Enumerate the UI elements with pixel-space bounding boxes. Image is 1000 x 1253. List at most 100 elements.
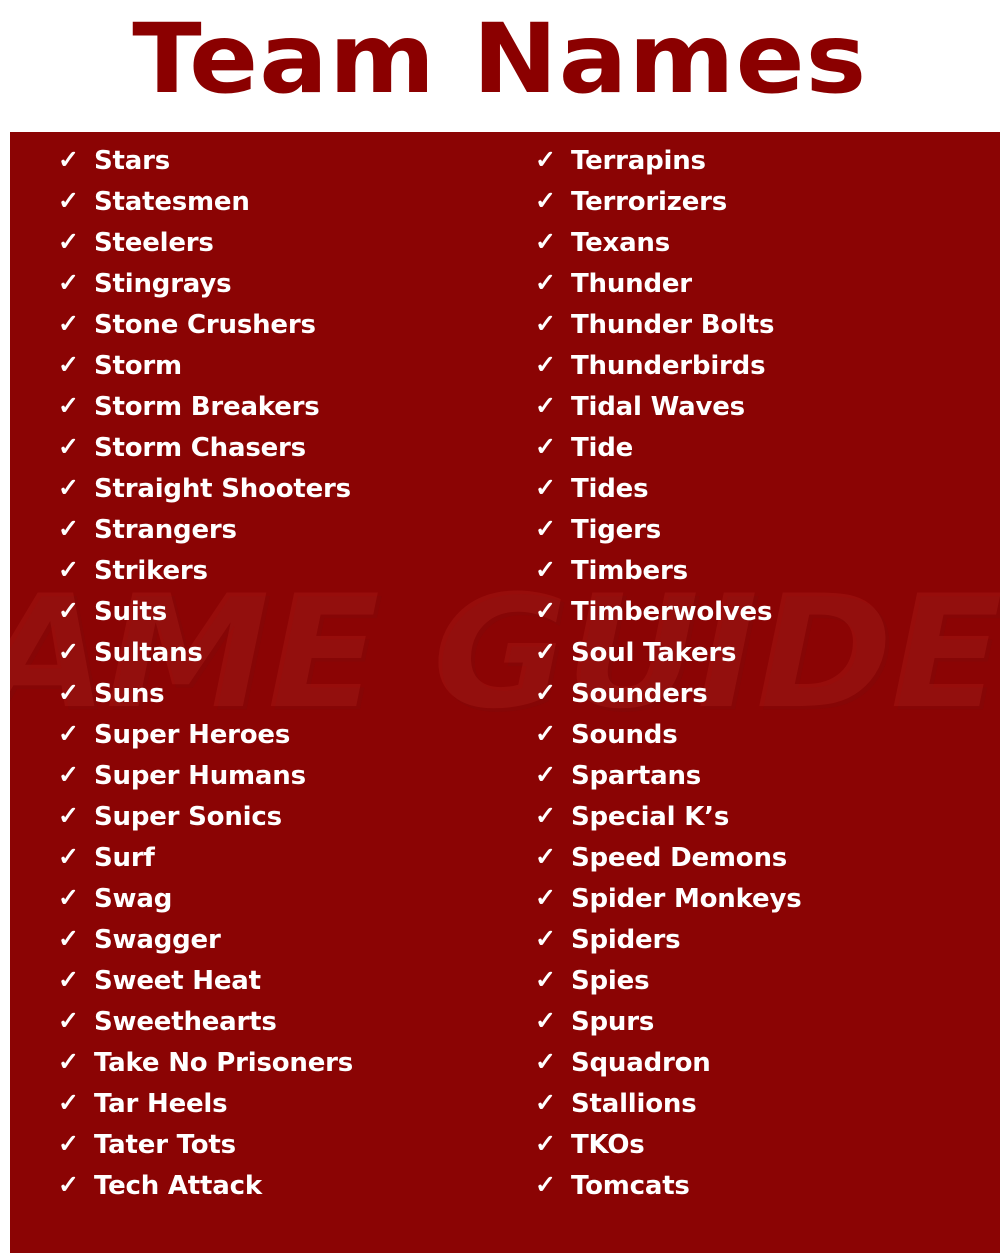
list-item: ✓ Tigers — [535, 517, 1000, 558]
check-icon: ✓ — [58, 269, 79, 297]
team-name-label: Storm Breakers — [94, 392, 320, 422]
check-icon: ✓ — [535, 474, 556, 502]
check-icon: ✓ — [58, 884, 79, 912]
list-item: ✓ Sounders — [535, 681, 1000, 722]
list-item: ✓ Stingrays — [58, 271, 505, 312]
list-item: ✓ Straight Shooters — [58, 476, 505, 517]
check-icon: ✓ — [535, 720, 556, 748]
check-icon: ✓ — [535, 679, 556, 707]
list-item: ✓ Storm Chasers — [58, 435, 505, 476]
list-item: ✓ Storm — [58, 353, 505, 394]
team-name-label: Tigers — [571, 515, 661, 545]
team-name-label: Take No Prisoners — [94, 1048, 354, 1078]
list-item: ✓ Spider Monkeys — [535, 886, 1000, 927]
team-name-label: Storm — [94, 351, 182, 381]
team-name-label: Sounders — [571, 679, 708, 709]
check-icon: ✓ — [58, 802, 79, 830]
list-item: ✓ TKOs — [535, 1132, 1000, 1173]
page-title: Team Names — [132, 3, 868, 115]
team-name-label: Swag — [94, 884, 173, 914]
list-item: ✓ Soul Takers — [535, 640, 1000, 681]
list-item: ✓ Tides — [535, 476, 1000, 517]
list-item: ✓ Spiders — [535, 927, 1000, 968]
team-name-label: Spartans — [571, 761, 702, 791]
check-icon: ✓ — [535, 802, 556, 830]
check-icon: ✓ — [58, 1130, 79, 1158]
list-item: ✓ Tide — [535, 435, 1000, 476]
list-item: ✓ Super Humans — [58, 763, 505, 804]
check-icon: ✓ — [535, 597, 556, 625]
check-icon: ✓ — [58, 638, 79, 666]
list-item: ✓ Sweet Heat — [58, 968, 505, 1009]
team-name-label: Soul Takers — [571, 638, 737, 668]
check-icon: ✓ — [58, 515, 79, 543]
left-column: ✓ Stars ✓ Statesmen ✓ Steelers ✓ Stingrays ✓ Ston… — [10, 132, 505, 1253]
list-item: ✓ Statesmen — [58, 189, 505, 230]
list-item: ✓ Take No Prisoners — [58, 1050, 505, 1091]
list-item: ✓ Timberwolves — [535, 599, 1000, 640]
team-names-panel: GAME GUIDER® ✓Stars✓Statesmen✓Steelers✓S… — [10, 132, 1000, 1253]
team-name-label: Stallions — [571, 1089, 697, 1119]
title-bar: Team Names — [0, 0, 1000, 132]
left-column-list: ✓ Stars ✓ Statesmen ✓ Steelers ✓ Stingrays ✓ Ston… — [58, 148, 505, 1214]
list-item: ✓ Stone Crushers — [58, 312, 505, 353]
check-icon: ✓ — [58, 679, 79, 707]
team-name-label: Sweet Heat — [94, 966, 261, 996]
team-name-label: Terrapins — [571, 146, 706, 176]
check-icon: ✓ — [535, 843, 556, 871]
check-icon: ✓ — [58, 1089, 79, 1117]
check-icon: ✓ — [535, 761, 556, 789]
list-item: ✓ Texans — [535, 230, 1000, 271]
right-column: ✓ Terrapins ✓ Terrorizers ✓ Texans ✓ Thunder ✓ Th… — [505, 132, 1000, 1253]
check-icon: ✓ — [58, 228, 79, 256]
list-item: ✓ Tater Tots — [58, 1132, 505, 1173]
check-icon: ✓ — [58, 310, 79, 338]
team-name-label: Suits — [94, 597, 168, 627]
team-name-label: Stars — [94, 146, 170, 176]
check-icon: ✓ — [58, 556, 79, 584]
team-name-label: Surf — [94, 843, 155, 873]
list-item: ✓ Tar Heels — [58, 1091, 505, 1132]
check-icon: ✓ — [535, 187, 556, 215]
check-icon: ✓ — [535, 1007, 556, 1035]
team-name-label: Tidal Waves — [571, 392, 745, 422]
team-names-columns: ✓ Stars ✓ Statesmen ✓ Steelers ✓ Stingrays ✓ Ston… — [10, 132, 1000, 1253]
list-item: ✓ Squadron — [535, 1050, 1000, 1091]
check-icon: ✓ — [58, 1048, 79, 1076]
team-name-label: Sweethearts — [94, 1007, 277, 1037]
check-icon: ✓ — [535, 925, 556, 953]
team-name-label: Sounds — [571, 720, 678, 750]
list-item: ✓ Storm Breakers — [58, 394, 505, 435]
list-item: ✓ Sweethearts — [58, 1009, 505, 1050]
check-icon: ✓ — [535, 310, 556, 338]
list-item: ✓ Spartans — [535, 763, 1000, 804]
check-icon: ✓ — [58, 433, 79, 461]
team-name-label: Steelers — [94, 228, 214, 258]
list-item: ✓ Steelers — [58, 230, 505, 271]
list-item: ✓ Special K’s — [535, 804, 1000, 845]
check-icon: ✓ — [535, 392, 556, 420]
check-icon: ✓ — [535, 269, 556, 297]
list-item: ✓ Strikers — [58, 558, 505, 599]
team-name-label: Tech Attack — [94, 1171, 262, 1201]
team-name-label: Special K’s — [571, 802, 730, 832]
check-icon: ✓ — [535, 515, 556, 543]
check-icon: ✓ — [535, 228, 556, 256]
list-item: ✓ Thunder — [535, 271, 1000, 312]
check-icon: ✓ — [58, 1007, 79, 1035]
team-name-label: Thunder — [571, 269, 692, 299]
team-name-label: Swagger — [94, 925, 221, 955]
check-icon: ✓ — [535, 1048, 556, 1076]
team-name-label: Super Humans — [94, 761, 306, 791]
team-name-label: Straight Shooters — [94, 474, 351, 504]
team-name-label: Timbers — [571, 556, 688, 586]
check-icon: ✓ — [535, 1171, 556, 1199]
team-name-label: Texans — [571, 228, 671, 258]
check-icon: ✓ — [535, 146, 556, 174]
list-item: ✓ Speed Demons — [535, 845, 1000, 886]
check-icon: ✓ — [58, 843, 79, 871]
team-name-label: TKOs — [571, 1130, 645, 1160]
check-icon: ✓ — [58, 187, 79, 215]
list-item: ✓ Tomcats — [535, 1173, 1000, 1214]
team-name-label: Timberwolves — [571, 597, 773, 627]
